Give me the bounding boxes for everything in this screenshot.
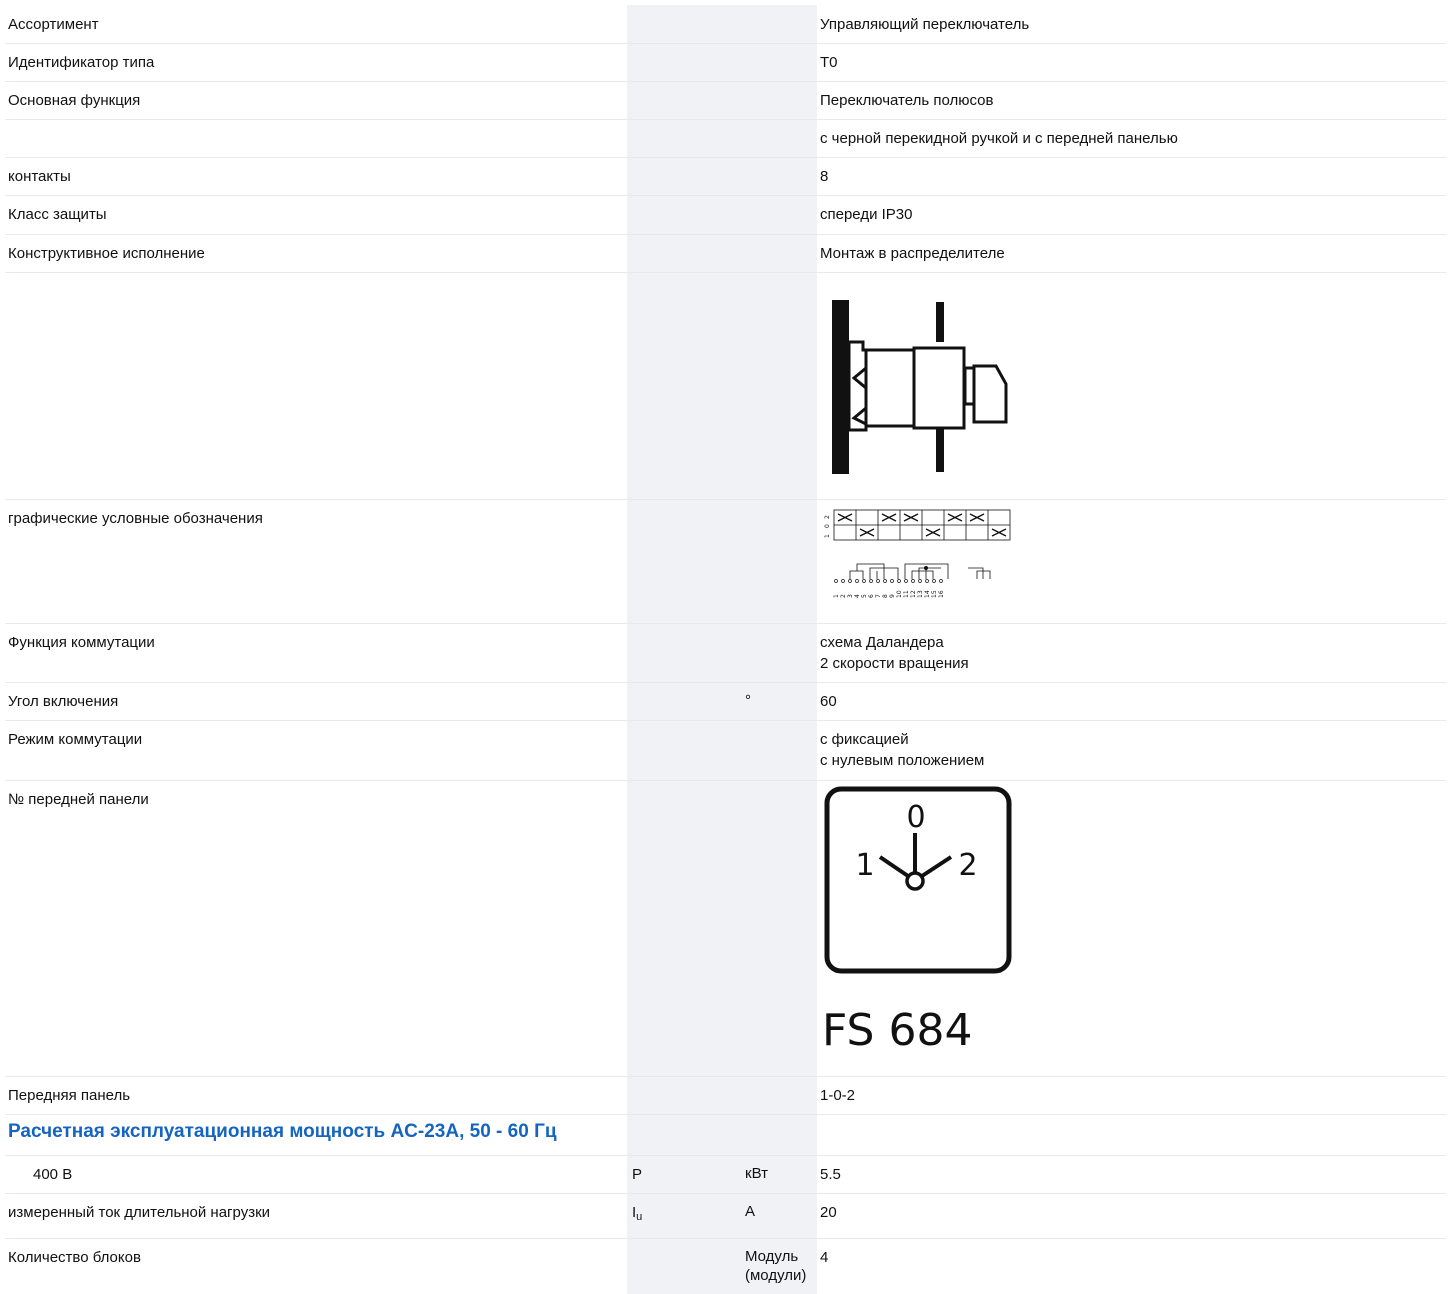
terminal-number: 15 <box>931 590 938 598</box>
row-label: Класс защиты <box>8 206 107 223</box>
row-label: измеренный ток длительной нагрузки <box>8 1204 271 1221</box>
table-row: Передняя панель 1-0-2 <box>5 1076 1446 1115</box>
table-row: Конструктивное исполнение Монтаж в распр… <box>5 234 1446 273</box>
table-row: Ассортимент Управляющий переключатель <box>5 5 1446 44</box>
row-unit: A <box>745 1203 756 1220</box>
row-label: Ассортимент <box>8 16 99 33</box>
row-label: 400 В <box>33 1166 73 1183</box>
section-heading-row: Расчетная эксплуатационная мощность AC-2… <box>5 1114 1446 1156</box>
table-row: Угол включения ° 60 <box>5 682 1446 721</box>
table-row: измеренный ток длительной нагрузки Iu A … <box>5 1193 1446 1239</box>
table-row: № передней панели 0 1 2 FS 684 <box>5 780 1446 1077</box>
position-label: 1 <box>824 534 831 538</box>
table-row: Основная функция Переключатель полюсов <box>5 81 1446 120</box>
table-row: 400 В P кВт 5.5 <box>5 1155 1446 1194</box>
mounting-drawing-icon <box>832 300 1008 474</box>
row-label: Идентификатор типа <box>8 54 155 71</box>
row-unit: ° <box>745 692 751 709</box>
dial-position-label: 1 <box>855 848 874 883</box>
value-line: с фиксацией <box>820 731 909 748</box>
terminal-number: 8 <box>882 594 889 598</box>
terminal-number: 2 <box>840 594 847 598</box>
row-symbol: P <box>632 1166 643 1183</box>
table-row: Режим коммутации с фиксацией с нулевым п… <box>5 720 1446 781</box>
row-value: 1-0-2 <box>820 1087 856 1104</box>
row-value: Управляющий переключатель <box>820 16 1030 33</box>
terminal-number: 4 <box>854 594 861 598</box>
row-value: 5.5 <box>820 1166 841 1183</box>
terminal-number: 3 <box>847 594 854 598</box>
value-line: с нулевым положением <box>820 752 985 769</box>
dial-position-label: 2 <box>958 848 977 883</box>
row-label: Основная функция <box>8 92 141 109</box>
row-label: Количество блоков <box>8 1249 141 1266</box>
row-label: Функция коммутации <box>8 634 155 651</box>
row-value: T0 <box>820 54 838 71</box>
terminal-number: 10 <box>896 590 903 598</box>
contact-diagram-icon: 2 0 1 1 2 3 4 5 6 7 8 9 10 11 12 13 14 1… <box>824 509 1011 598</box>
table-row: с черной перекидной ручкой и с передней … <box>5 119 1446 158</box>
row-value: 20 <box>820 1204 837 1221</box>
terminal-number: 7 <box>875 594 882 598</box>
row-label: Конструктивное исполнение <box>8 245 205 262</box>
terminal-number: 6 <box>868 594 875 598</box>
row-label: Угол включения <box>8 693 119 710</box>
row-label: № передней панели <box>8 791 149 808</box>
table-row: Количество блоков Модуль (модули) 4 <box>5 1238 1446 1293</box>
table-row: Идентификатор типа T0 <box>5 43 1446 82</box>
row-value: с фиксацией с нулевым положением <box>820 729 1420 771</box>
row-label: Передняя панель <box>8 1087 131 1104</box>
row-label: контакты <box>8 168 71 185</box>
section-heading: Расчетная эксплуатационная мощность AC-2… <box>8 1121 557 1142</box>
table-row <box>5 272 1446 500</box>
row-value: 60 <box>820 693 837 710</box>
table-row: Класс защиты спереди IP30 <box>5 195 1446 235</box>
table-row: Функция коммутации схема Даландера 2 ско… <box>5 623 1446 683</box>
row-label: Режим коммутации <box>8 731 143 748</box>
row-value: спереди IP30 <box>820 206 913 223</box>
position-label: 2 <box>824 515 831 519</box>
terminal-number: 5 <box>861 594 868 598</box>
value-line: схема Даландера <box>820 634 944 651</box>
spec-table: Ассортимент Управляющий переключатель Ид… <box>5 5 1446 1294</box>
row-value: схема Даландера 2 скорости вращения <box>820 632 1420 674</box>
unit-line: (модули) <box>745 1267 807 1284</box>
position-label: 0 <box>824 524 831 528</box>
row-label: графические условные обозначения <box>8 510 263 527</box>
symbol-subscript: u <box>636 1211 643 1223</box>
table-row: графические условные обозначения 2 0 1 1… <box>5 499 1446 624</box>
row-value: с черной перекидной ручкой и с передней … <box>820 130 1178 147</box>
row-unit: кВт <box>745 1165 768 1182</box>
terminal-number: 13 <box>917 590 924 598</box>
front-plate-caption: FS 684 <box>822 1005 973 1056</box>
front-plate-dial-icon: 0 1 2 <box>824 786 1012 974</box>
terminal-number: 11 <box>903 590 910 598</box>
value-line: 2 скорости вращения <box>820 655 969 672</box>
row-value: 4 <box>820 1249 829 1266</box>
row-value: Переключатель полюсов <box>820 92 994 109</box>
terminal-number: 12 <box>910 590 917 598</box>
terminal-number: 1 <box>833 594 840 598</box>
unit-line: Модуль <box>745 1248 799 1265</box>
row-symbol: Iu <box>632 1202 732 1228</box>
row-value: Монтаж в распределителе <box>820 245 1005 262</box>
row-unit: Модуль (модули) <box>745 1247 815 1285</box>
table-row: контакты 8 <box>5 157 1446 196</box>
terminal-number: 14 <box>924 590 931 598</box>
row-value: 8 <box>820 168 829 185</box>
dial-position-label: 0 <box>906 800 925 835</box>
terminal-number: 16 <box>938 590 945 598</box>
terminal-number: 9 <box>889 594 896 598</box>
